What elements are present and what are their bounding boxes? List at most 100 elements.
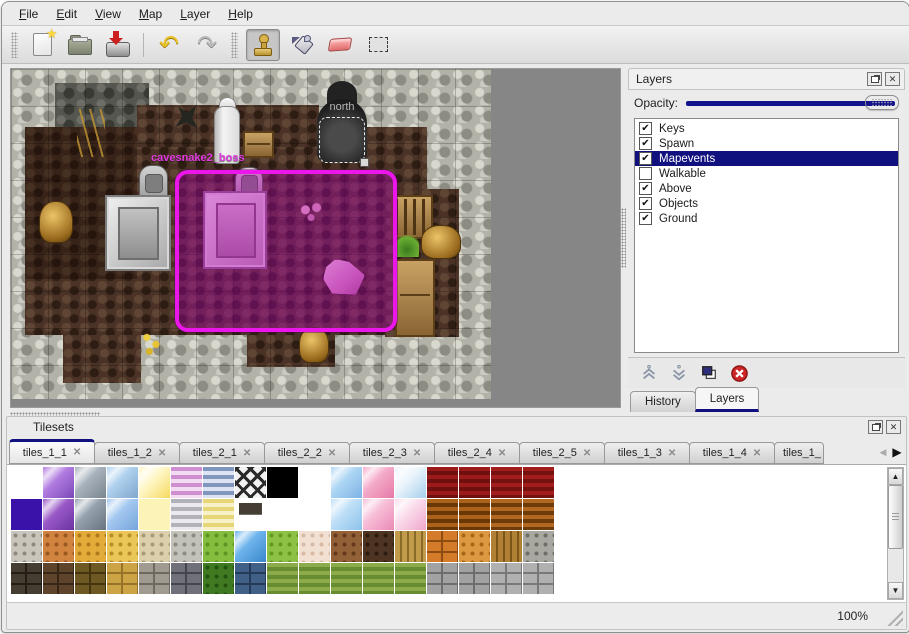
palette-tile[interactable] <box>11 467 42 498</box>
dock-tab-layers[interactable]: Layers <box>695 387 760 412</box>
opacity-slider-track[interactable] <box>686 101 895 106</box>
palette-tile[interactable] <box>299 531 330 562</box>
layer-visibility-checkbox[interactable]: ✔ <box>639 197 652 210</box>
palette-tile[interactable] <box>299 499 330 530</box>
palette-tile[interactable] <box>107 467 138 498</box>
cave-entrance-mapevent[interactable]: north <box>317 99 367 165</box>
fill-tool-button[interactable] <box>286 30 318 60</box>
palette-tile[interactable] <box>267 563 298 594</box>
layer-row-keys[interactable]: ✔Keys <box>635 121 898 136</box>
scroll-tabs-right-button[interactable]: ▶ <box>890 442 904 462</box>
palette-tile[interactable] <box>459 499 490 530</box>
rect-select-tool-button[interactable] <box>362 30 394 60</box>
palette-tile[interactable] <box>171 531 202 562</box>
palette-tile[interactable] <box>267 467 298 498</box>
palette-tile[interactable] <box>427 499 458 530</box>
menu-item-layer[interactable]: Layer <box>171 4 219 24</box>
palette-tile[interactable] <box>139 563 170 594</box>
palette-tile[interactable] <box>203 467 234 498</box>
palette-tile[interactable] <box>459 467 490 498</box>
tileset-palette[interactable]: ▲ ▼ <box>7 464 906 603</box>
palette-tile[interactable] <box>491 563 522 594</box>
layer-row-mapevents[interactable]: ✔Mapevents <box>635 151 898 166</box>
palette-tile[interactable] <box>459 563 490 594</box>
scroll-down-button[interactable]: ▼ <box>888 582 903 599</box>
mapevent-selection-region[interactable] <box>175 170 397 332</box>
delete-layer-button[interactable] <box>726 361 752 385</box>
layer-visibility-checkbox[interactable]: ✔ <box>639 212 652 225</box>
layer-visibility-checkbox[interactable]: ✔ <box>639 122 652 135</box>
menu-item-help[interactable]: Help <box>219 4 262 24</box>
palette-tile[interactable] <box>11 563 42 594</box>
palette-tile[interactable] <box>363 499 394 530</box>
palette-tile[interactable] <box>427 563 458 594</box>
map-viewport[interactable]: north cavesnake2_boss <box>10 68 621 408</box>
scrollbar-thumb[interactable] <box>888 485 903 549</box>
palette-tile[interactable] <box>75 531 106 562</box>
palette-tile[interactable] <box>395 467 426 498</box>
close-tab-icon[interactable]: ✕ <box>498 448 506 459</box>
palette-tile[interactable] <box>75 563 106 594</box>
palette-tile[interactable] <box>107 499 138 530</box>
palette-tile[interactable] <box>139 531 170 562</box>
palette-tile[interactable] <box>139 499 170 530</box>
vertical-splitter[interactable] <box>620 68 627 406</box>
scroll-tabs-left-button[interactable]: ◀ <box>876 442 890 462</box>
palette-tile[interactable] <box>523 563 554 594</box>
palette-tile[interactable] <box>171 467 202 498</box>
palette-tile[interactable] <box>43 563 74 594</box>
palette-tile[interactable] <box>235 499 266 530</box>
close-tab-icon[interactable]: ✕ <box>753 448 761 459</box>
close-tab-icon[interactable]: ✕ <box>668 448 676 459</box>
close-panel-button[interactable]: ✕ <box>886 420 901 434</box>
palette-vertical-scrollbar[interactable]: ▲ ▼ <box>887 467 904 600</box>
palette-tile[interactable] <box>171 563 202 594</box>
palette-tile[interactable] <box>203 499 234 530</box>
palette-tile[interactable] <box>523 499 554 530</box>
close-tab-icon[interactable]: ✕ <box>73 447 81 458</box>
palette-tile[interactable] <box>43 499 74 530</box>
stamp-tool-button[interactable] <box>246 29 280 61</box>
palette-tile[interactable] <box>299 467 330 498</box>
palette-tile[interactable] <box>171 499 202 530</box>
layer-visibility-checkbox[interactable]: ✔ <box>639 137 652 150</box>
palette-tile[interactable] <box>427 467 458 498</box>
open-file-button[interactable] <box>64 30 96 60</box>
tileset-tab-tiles_2_2[interactable]: tiles_2_2✕ <box>264 442 350 464</box>
eraser-tool-button[interactable] <box>324 30 356 60</box>
layer-row-spawn[interactable]: ✔Spawn <box>635 136 898 151</box>
palette-tile[interactable] <box>11 499 42 530</box>
palette-tile[interactable] <box>491 499 522 530</box>
palette-tile[interactable] <box>203 531 234 562</box>
palette-tile[interactable] <box>107 531 138 562</box>
palette-tile[interactable] <box>395 499 426 530</box>
close-tab-icon[interactable]: ✕ <box>583 448 591 459</box>
tileset-tab-tiles_2_4[interactable]: tiles_2_4✕ <box>434 442 520 464</box>
tileset-tab-tiles_2_1[interactable]: tiles_2_1✕ <box>179 442 265 464</box>
scroll-up-button[interactable]: ▲ <box>888 468 903 485</box>
duplicate-layer-button[interactable] <box>696 361 722 385</box>
scrollbar-trough[interactable] <box>888 485 903 582</box>
layer-row-objects[interactable]: ✔Objects <box>635 196 898 211</box>
palette-tile[interactable] <box>43 467 74 498</box>
palette-tile[interactable] <box>491 467 522 498</box>
close-panel-button[interactable]: ✕ <box>885 72 900 86</box>
menu-item-edit[interactable]: Edit <box>47 4 86 24</box>
palette-tile[interactable] <box>395 563 426 594</box>
palette-tile[interactable] <box>363 531 394 562</box>
layer-row-above[interactable]: ✔Above <box>635 181 898 196</box>
tileset-tab-tiles_1_2[interactable]: tiles_1_2✕ <box>94 442 180 464</box>
close-tab-icon[interactable]: ✕ <box>243 448 251 459</box>
palette-tile[interactable] <box>395 531 426 562</box>
redo-button[interactable]: ↷ <box>191 30 223 60</box>
palette-tile[interactable] <box>299 563 330 594</box>
palette-tile[interactable] <box>491 531 522 562</box>
palette-tile[interactable] <box>75 467 106 498</box>
palette-tile[interactable] <box>75 499 106 530</box>
palette-tile[interactable] <box>331 531 362 562</box>
map-canvas[interactable]: north cavesnake2_boss <box>11 69 491 399</box>
undo-button[interactable]: ↶ <box>153 30 185 60</box>
layer-visibility-checkbox[interactable] <box>639 167 652 180</box>
palette-tile[interactable] <box>331 467 362 498</box>
layer-visibility-checkbox[interactable]: ✔ <box>639 152 652 165</box>
